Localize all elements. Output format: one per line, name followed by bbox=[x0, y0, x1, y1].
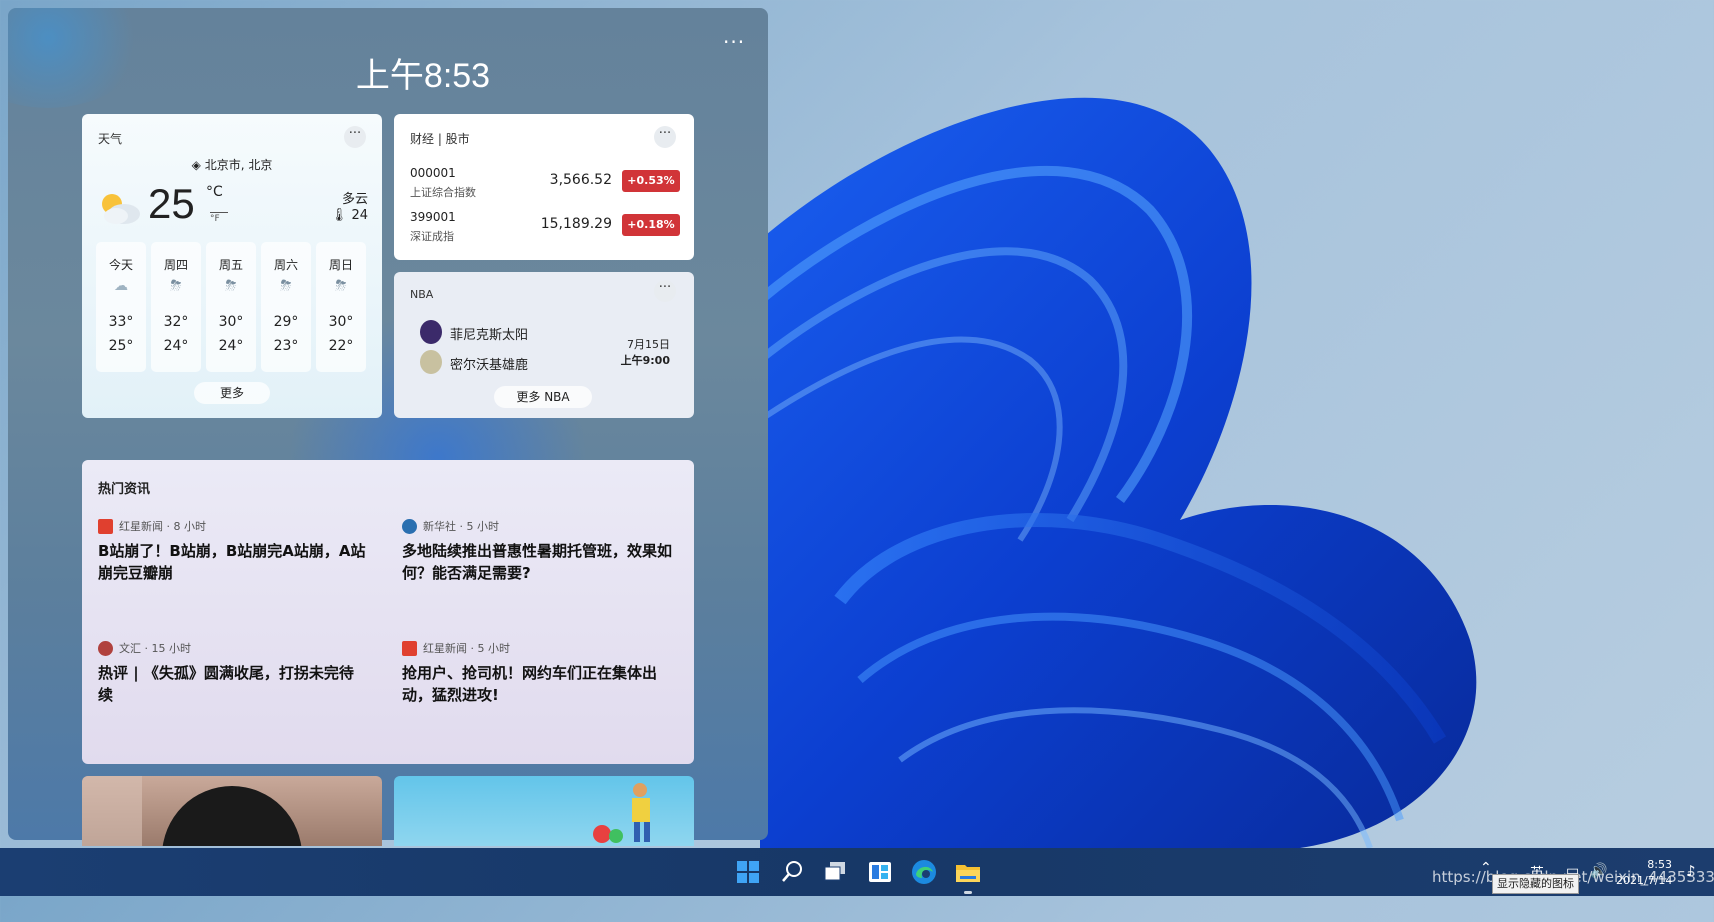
more-options-icon[interactable]: ··· bbox=[723, 30, 745, 54]
news-source: 红星新闻 · 8 小时 bbox=[119, 520, 206, 533]
windows-start-icon[interactable] bbox=[732, 856, 764, 888]
day-name: 今天 bbox=[108, 258, 133, 272]
news-item[interactable]: 红星新闻 · 5 小时 抢用户、抢司机！网约车们正在集体出动，猛烈进攻! bbox=[402, 640, 672, 706]
more-options-icon[interactable]: ··· bbox=[344, 126, 366, 148]
news-source-icon bbox=[402, 518, 417, 534]
thunderstorm-icon: ⛈ bbox=[280, 278, 292, 294]
stock-row[interactable]: 000001 上证综合指数 3,566.52 +0.53% bbox=[410, 166, 680, 202]
news-thumbnail[interactable] bbox=[82, 776, 382, 846]
news-item[interactable]: 新华社 · 5 小时 多地陆续推出普惠性暑期托管班，效果如何？能否满足需要? bbox=[402, 518, 672, 584]
forecast-day[interactable]: 周五 ⛈ 30° 24° bbox=[206, 242, 256, 372]
top-news-card: 热门资讯 红星新闻 · 8 小时 B站崩了！B站崩，B站崩完A站崩，A站崩完豆瓣… bbox=[82, 460, 694, 764]
stock-code: 000001 bbox=[410, 166, 456, 180]
feels-like-value: 24 bbox=[351, 208, 368, 223]
task-view-icon[interactable] bbox=[820, 856, 852, 888]
forecast-day[interactable]: 今天 ☁ 33° 25° bbox=[96, 242, 146, 372]
search-icon[interactable] bbox=[776, 856, 808, 888]
file-explorer-icon[interactable] bbox=[952, 856, 984, 894]
team-name: 菲尼克斯太阳 bbox=[450, 328, 529, 343]
thunderstorm-icon: ⛈ bbox=[225, 278, 237, 294]
nba-more-button[interactable]: 更多 NBA bbox=[494, 386, 592, 408]
edge-browser-icon[interactable] bbox=[908, 856, 940, 888]
news-headline: B站崩了！B站崩，B站崩完A站崩，A站崩完豆瓣崩 bbox=[98, 542, 366, 582]
day-high: 33° bbox=[108, 314, 134, 330]
news-headline: 抢用户、抢司机！网约车们正在集体出动，猛烈进攻! bbox=[402, 664, 658, 704]
day-high: 29° bbox=[273, 314, 299, 330]
news-source-icon bbox=[98, 640, 113, 656]
game-date: 7月15日 bbox=[627, 338, 670, 351]
stock-value: 15,189.29 bbox=[540, 216, 612, 232]
stock-name: 深证成指 bbox=[410, 230, 454, 243]
day-low: 23° bbox=[273, 338, 299, 354]
day-name: 周日 bbox=[328, 258, 353, 272]
current-temperature: 25 bbox=[148, 180, 195, 227]
day-high: 30° bbox=[328, 314, 354, 330]
stocks-card[interactable]: 财经 | 股市 ··· 000001 上证综合指数 3,566.52 +0.53… bbox=[394, 114, 694, 260]
weather-location: ◈ 北京市, 北京 bbox=[82, 156, 382, 173]
card-title: 天气 bbox=[98, 132, 123, 146]
day-low: 25° bbox=[108, 338, 134, 354]
day-name: 周六 bbox=[273, 258, 298, 272]
stock-code: 399001 bbox=[410, 210, 456, 224]
milwaukee-bucks-logo bbox=[420, 350, 442, 374]
day-low: 24° bbox=[163, 338, 189, 354]
card-title: NBA bbox=[410, 288, 434, 301]
stock-change-badge: +0.53% bbox=[622, 170, 680, 192]
widgets-icon[interactable] bbox=[864, 856, 896, 888]
day-low: 22° bbox=[328, 338, 354, 354]
location-pin-icon: ◈ bbox=[191, 158, 201, 172]
location-label: 北京市, 北京 bbox=[204, 158, 273, 172]
news-source-icon bbox=[98, 518, 113, 534]
day-high: 32° bbox=[163, 314, 189, 330]
feels-like: 🌡 24 bbox=[331, 208, 368, 223]
news-item[interactable]: 红星新闻 · 8 小时 B站崩了！B站崩，B站崩完A站崩，A站崩完豆瓣崩 bbox=[98, 518, 368, 584]
more-options-icon[interactable]: ··· bbox=[654, 280, 676, 302]
thunderstorm-icon: ⛈ bbox=[170, 278, 182, 294]
news-source: 新华社 · 5 小时 bbox=[423, 520, 499, 533]
running-indicator bbox=[964, 891, 972, 894]
more-options-icon[interactable]: ··· bbox=[654, 126, 676, 148]
day-high: 30° bbox=[218, 314, 244, 330]
day-low: 24° bbox=[218, 338, 244, 354]
forecast-day[interactable]: 周六 ⛈ 29° 23° bbox=[261, 242, 311, 372]
news-thumbnail[interactable] bbox=[394, 776, 694, 846]
cloudy-icon: ☁ bbox=[114, 278, 128, 294]
forecast-day[interactable]: 周日 ⛈ 30° 22° bbox=[316, 242, 366, 372]
unit-fahrenheit-toggle[interactable]: °F bbox=[210, 212, 228, 224]
team-name: 密尔沃基雄鹿 bbox=[450, 358, 529, 373]
stock-row[interactable]: 399001 深证成指 15,189.29 +0.18% bbox=[410, 210, 680, 246]
weather-more-button[interactable]: 更多 bbox=[194, 382, 270, 404]
stock-change-badge: +0.18% bbox=[622, 214, 680, 236]
thermometer-icon: 🌡 bbox=[330, 208, 348, 223]
forecast-days: 今天 ☁ 33° 25° 周四 ⛈ 32° 24° 周五 ⛈ 30° 24° 周… bbox=[96, 242, 366, 372]
news-headline: 热评 | 《失孤》圆满收尾，打拐未完待续 bbox=[98, 664, 354, 704]
day-name: 周五 bbox=[218, 258, 243, 272]
thunderstorm-icon: ⛈ bbox=[335, 278, 347, 294]
unit-celsius-toggle[interactable]: °C bbox=[206, 184, 223, 200]
news-headline: 多地陆续推出普惠性暑期托管班，效果如何？能否满足需要? bbox=[402, 542, 673, 582]
panel-clock: 上午8:53 bbox=[355, 57, 491, 95]
day-name: 周四 bbox=[163, 258, 188, 272]
partly-cloudy-icon bbox=[96, 190, 142, 230]
show-hidden-icons-tooltip: 显示隐藏的图标 bbox=[1492, 874, 1579, 894]
news-source: 文汇 · 15 小时 bbox=[119, 642, 191, 655]
weather-card[interactable]: 天气 ··· ◈ 北京市, 北京 25 °C °F 多云 🌡 24 今天 ☁ 3… bbox=[82, 114, 382, 418]
card-title: 热门资讯 bbox=[98, 482, 151, 497]
phoenix-suns-logo bbox=[420, 320, 442, 344]
game-time: 上午9:00 bbox=[620, 354, 670, 367]
stock-value: 3,566.52 bbox=[549, 172, 612, 188]
news-source: 红星新闻 · 5 小时 bbox=[423, 642, 510, 655]
nba-card[interactable]: NBA ··· 菲尼克斯太阳 密尔沃基雄鹿 7月15日 上午9:00 更多 NB… bbox=[394, 272, 694, 418]
news-source-icon bbox=[402, 640, 417, 656]
stock-name: 上证综合指数 bbox=[410, 186, 476, 199]
forecast-day[interactable]: 周四 ⛈ 32° 24° bbox=[151, 242, 201, 372]
weather-condition: 多云 bbox=[341, 192, 368, 207]
news-item[interactable]: 文汇 · 15 小时 热评 | 《失孤》圆满收尾，打拐未完待续 bbox=[98, 640, 368, 706]
card-title: 财经 | 股市 bbox=[410, 132, 470, 146]
